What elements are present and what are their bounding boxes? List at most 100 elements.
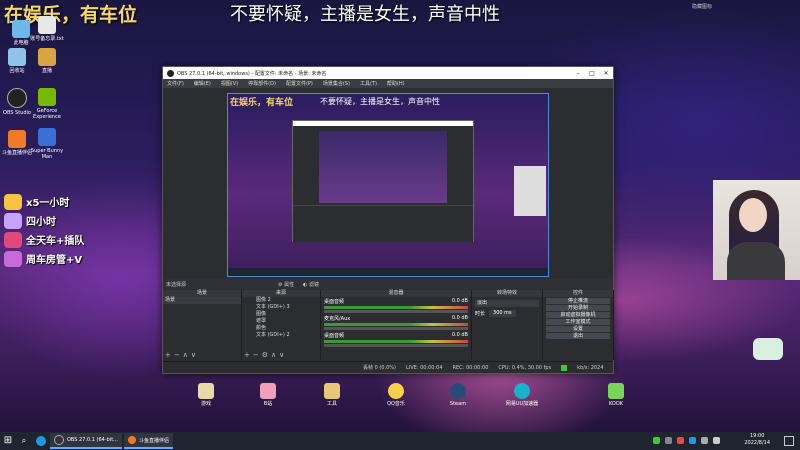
badge-item: 全天车+插队: [4, 230, 84, 249]
scenes-header: 场景: [163, 290, 241, 297]
rec-timer: REC: 00:00:00: [452, 364, 489, 371]
dock-icon-tools[interactable]: 工具: [312, 383, 352, 407]
scenes-dock: 场景 场景 +−∧∨: [163, 290, 242, 360]
source-item[interactable]: 文本 (GDI+) 3: [242, 304, 320, 311]
volume-slider[interactable]: [324, 310, 468, 313]
preview-title-left: 在娱乐，有车位: [230, 98, 294, 108]
menu-view[interactable]: 视图(V): [221, 80, 238, 87]
source-item[interactable]: 遮罩: [242, 318, 320, 325]
exit-button[interactable]: 退出: [546, 333, 610, 339]
tray-icon[interactable]: [677, 437, 684, 444]
tray-icon[interactable]: [701, 437, 708, 444]
transition-select[interactable]: 淡出: [475, 300, 539, 307]
studio-mode-button[interactable]: 工作室模式: [546, 319, 610, 325]
dock-icon-bilibili[interactable]: B站: [248, 383, 288, 407]
source-item[interactable]: 图像 2: [242, 297, 320, 304]
properties-button[interactable]: ⚙ 属性: [278, 281, 294, 288]
desktop-icon-live[interactable]: 直播: [28, 48, 66, 74]
tray-icon[interactable]: [653, 437, 660, 444]
taskbar-item-douyu[interactable]: 斗鱼直播伴侣: [123, 433, 173, 449]
menu-help[interactable]: 帮助(H): [387, 80, 405, 87]
overlay-title-center: 不要怀疑，主播是女生，声音中性: [230, 4, 500, 25]
sources-header: 来源: [242, 290, 320, 297]
obs-title: OBS 27.0.1 (64-bit, windows) - 配置文件: 未命名…: [177, 70, 327, 77]
maximize-button[interactable]: □: [585, 70, 599, 77]
close-button[interactable]: ✕: [599, 70, 613, 77]
source-item[interactable]: 文本 (GDI+) 2: [242, 332, 320, 339]
system-tray: [653, 437, 720, 444]
dropped-frames: 丢帧 0 (0.0%): [363, 365, 396, 371]
menu-profile[interactable]: 配置文件(P): [286, 80, 313, 87]
desktop-icon-label: 回收站: [9, 68, 25, 74]
dock-icon-qqmusic[interactable]: QQ音乐: [376, 383, 416, 407]
volume-slider[interactable]: [324, 327, 468, 330]
obs-icon: [167, 69, 174, 77]
menu-edit[interactable]: 编辑(E): [194, 80, 211, 87]
folder-icon: [260, 383, 276, 399]
desktop-icon-notes[interactable]: 账号备忘录.txt: [28, 16, 66, 42]
stop-streaming-button[interactable]: 停止推流: [546, 298, 610, 304]
edge-icon[interactable]: [36, 436, 46, 446]
menu-docks[interactable]: 停靠部件(D): [248, 80, 276, 87]
source-item[interactable]: 图像: [242, 311, 320, 318]
volume-slider[interactable]: [324, 344, 468, 347]
source-item[interactable]: 颜色: [242, 325, 320, 332]
preview-taskbar: [228, 268, 548, 276]
desktop-icon-label: 此电脑: [13, 40, 29, 46]
douyu-icon: [8, 130, 26, 148]
obs-preview[interactable]: 在娱乐，有车位 不要怀疑，主播是女生，声音中性: [227, 93, 549, 277]
tray-icon[interactable]: [713, 437, 720, 444]
mixer-channel: 桌面音频 0.0 dB: [321, 297, 471, 314]
desktop-icon-geforce[interactable]: GeForce Experience: [28, 88, 66, 120]
taskbar: ⊞ ⌕ OBS 27.0.1 (64-bit... 斗鱼直播伴侣 19:00 2…: [0, 432, 800, 450]
recycle-bin-icon: [8, 48, 26, 66]
start-icon[interactable]: ⊞: [0, 433, 16, 449]
source-toolbar: 未选择源 ⚙ 属性 ◐ 滤镜: [163, 279, 613, 289]
settings-button[interactable]: 设置: [546, 326, 610, 332]
clock[interactable]: 19:00 2022/8/14: [744, 433, 770, 447]
desktop-icon-super-bunny-man[interactable]: Super Bunny Man: [28, 128, 66, 160]
top-right-label: 隐藏图标: [692, 4, 713, 10]
dock-icon-steam[interactable]: Steam: [438, 383, 478, 407]
game-icon: [38, 128, 56, 146]
menu-scene-collection[interactable]: 场景集合(S): [323, 80, 350, 87]
live-timer: LIVE: 00:00:04: [405, 364, 443, 371]
scenes-footer-buttons[interactable]: +−∧∨: [165, 351, 199, 359]
obs-docks: 场景 场景 +−∧∨ 来源 图像 2 文本 (GDI+) 3 图像 遮罩 颜色 …: [163, 290, 614, 360]
dock-icon-kook[interactable]: KOOK: [596, 383, 636, 407]
virtual-camera-button[interactable]: 启动虚拟摄像机: [546, 312, 610, 318]
audio-meter: [324, 306, 468, 309]
controls-header: 控件: [543, 290, 613, 297]
obs-statusbar: 丢帧 0 (0.0%) LIVE: 00:00:04 REC: 00:00:00…: [163, 361, 613, 373]
mixer-channel: 麦克风/Aux 0.0 dB: [321, 314, 471, 331]
tray-icon[interactable]: [665, 437, 672, 444]
dock-icon-games[interactable]: 游戏: [186, 383, 226, 407]
obs-icon: [54, 435, 64, 445]
notification-icon[interactable]: [784, 436, 794, 446]
bitrate: kb/s: 2024: [577, 364, 604, 371]
preview-webcam: [514, 166, 546, 216]
menu-tools[interactable]: 工具(T): [360, 80, 377, 87]
filters-button[interactable]: ◐ 滤镜: [303, 281, 319, 288]
transitions-header: 转场特效: [472, 290, 542, 297]
steam-icon: [450, 383, 466, 399]
stream-health-icon: [561, 364, 568, 371]
transitions-dock: 转场特效 淡出 时长 300 ms: [472, 290, 543, 360]
minimize-button[interactable]: –: [571, 70, 585, 77]
tray-icon[interactable]: [689, 437, 696, 444]
folder-icon: [38, 48, 56, 66]
obs-icon: [7, 88, 27, 108]
search-icon[interactable]: ⌕: [16, 436, 32, 446]
sources-footer-buttons[interactable]: +−⚙∧∨: [244, 351, 287, 359]
duration-input[interactable]: 300 ms: [489, 310, 516, 317]
mascot-sticker: [753, 338, 783, 360]
scene-item[interactable]: 场景: [163, 297, 241, 304]
taskbar-item-obs[interactable]: OBS 27.0.1 (64-bit...: [50, 433, 122, 449]
obs-titlebar: OBS 27.0.1 (64-bit, windows) - 配置文件: 未命名…: [163, 67, 613, 79]
dock-icon-uu[interactable]: 网易UU加速器: [502, 383, 542, 407]
menu-file[interactable]: 文件(F): [167, 80, 184, 87]
preview-nested-obs: [292, 120, 474, 242]
start-recording-button[interactable]: 开始录制: [546, 305, 610, 311]
obs-window: OBS 27.0.1 (64-bit, windows) - 配置文件: 未命名…: [162, 66, 614, 374]
preview-title-center: 不要怀疑，主播是女生，声音中性: [320, 97, 440, 106]
